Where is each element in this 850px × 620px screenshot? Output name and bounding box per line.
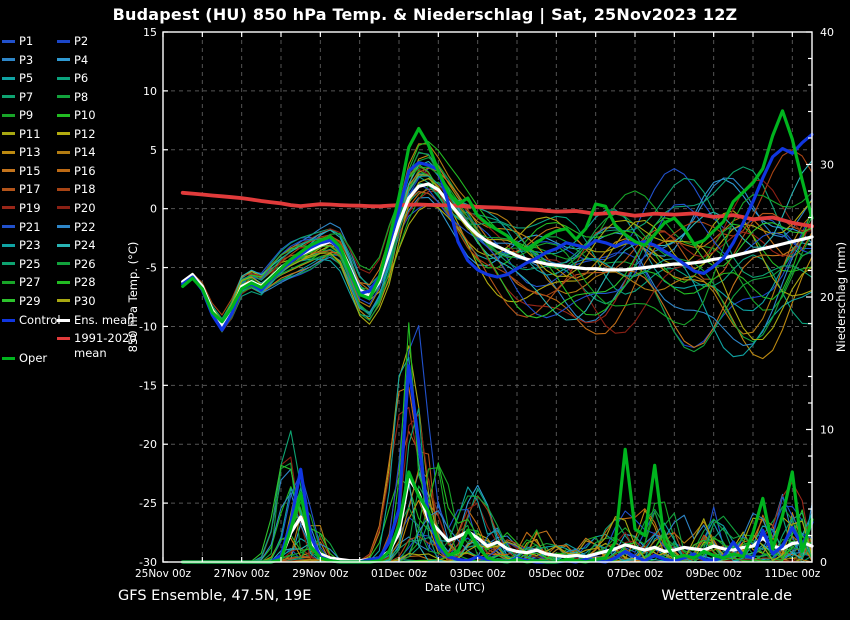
y-left-tick-label: 5: [150, 144, 157, 157]
y-right-tick-label: 40: [820, 26, 834, 39]
y-right-tick-label: 30: [820, 159, 834, 172]
x-tick-label: 05Dec 00z: [528, 568, 584, 580]
y-right-tick-label: 0: [820, 556, 827, 569]
y-left-tick-label: -5: [146, 262, 157, 275]
member-temp-P28: [183, 142, 812, 332]
footer-model-info: GFS Ensemble, 47.5N, 19E: [118, 588, 311, 604]
x-tick-label: 07Dec 00z: [607, 568, 663, 580]
member-temp-P24: [183, 161, 812, 322]
member-temp-P1: [183, 169, 812, 320]
y-right-tick-label: 10: [820, 424, 834, 437]
ensemble-precip-lines: [183, 323, 812, 562]
x-tick-label: 01Dec 00z: [371, 568, 427, 580]
y-left-tick-label: -20: [139, 438, 157, 451]
y-right-ticks: 40 30 20 10 0: [806, 26, 834, 569]
y-left-tick-label: 15: [143, 26, 157, 39]
axis-frame: [163, 32, 812, 562]
x-tick-label: 25Nov 00z: [135, 568, 192, 580]
footer-site-credit: Wetterzentrale.de: [661, 588, 792, 604]
y-left-tick-label: -25: [139, 497, 157, 510]
y-left-tick-label: -10: [139, 320, 157, 333]
wetterzentrale-meteogram: Budapest (HU) 850 hPa Temp. & Niederschl…: [0, 0, 850, 620]
x-tick-label: 03Dec 00z: [450, 568, 506, 580]
x-tick-label: 09Dec 00z: [686, 568, 742, 580]
x-tick-label: 27Nov 00z: [214, 568, 271, 580]
member-precip-P23: [183, 357, 812, 562]
series-control-temp: [183, 135, 812, 331]
y-left-tick-label: 0: [150, 203, 157, 216]
meteogram-chart: 25Nov 00z 27Nov 00z 29Nov 00z 01Dec 00z 03De…: [0, 0, 850, 620]
x-tick-label: 11Dec 00z: [764, 568, 820, 580]
y-left-tick-label: 10: [143, 85, 157, 98]
gridlines: [163, 32, 812, 562]
y-left-tick-label: -15: [139, 379, 157, 392]
y-right-tick-label: 20: [820, 291, 834, 304]
x-tick-label: 29Nov 00z: [292, 568, 349, 580]
y-left-tick-label: -30: [139, 556, 157, 569]
